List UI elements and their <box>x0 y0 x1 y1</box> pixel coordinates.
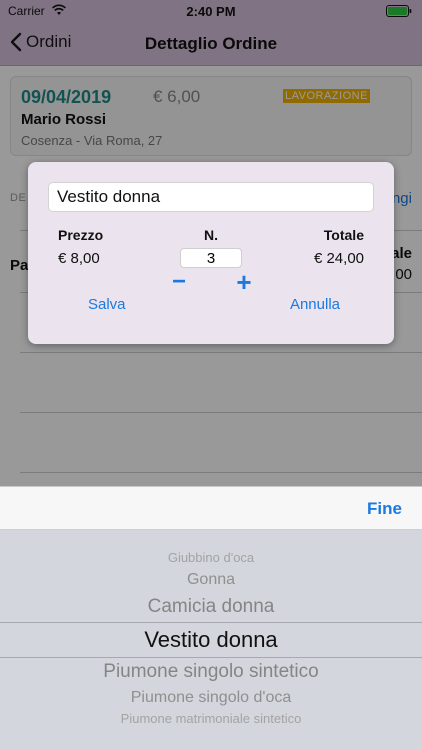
item-picker-wheel[interactable]: Giubbino d'oca Gonna Camicia donna Vesti… <box>0 530 422 750</box>
picker-selection-top-line <box>0 622 422 623</box>
total-value: € 24,00 <box>313 250 364 267</box>
picker-option[interactable]: Piumone singolo sintetico <box>0 661 422 683</box>
picker-option-selected[interactable]: Vestito donna <box>0 627 422 653</box>
picker-option[interactable]: Piumone singolo d'oca <box>0 689 422 707</box>
increase-quantity-button[interactable]: + <box>233 269 255 295</box>
cancel-button[interactable]: Annulla <box>290 296 340 313</box>
edit-item-dialog: Prezzo N. Totale € 8,00 € 24,00 − + Salv… <box>28 162 394 344</box>
quantity-field[interactable] <box>180 248 242 268</box>
decrease-quantity-button[interactable]: − <box>170 270 188 294</box>
save-button[interactable]: Salva <box>88 296 126 313</box>
picker-option[interactable]: Piumone matrimoniale sintetico <box>0 711 422 726</box>
total-label: Totale <box>323 227 364 243</box>
picker-toolbar: Fine <box>0 486 422 530</box>
picker-option[interactable]: Camicia donna <box>0 596 422 618</box>
done-button[interactable]: Fine <box>367 499 402 519</box>
picker-option[interactable]: Gonna <box>0 571 422 589</box>
price-value: € 8,00 <box>58 250 100 267</box>
item-name-input[interactable] <box>48 182 374 212</box>
picker-option[interactable]: Giubbino d'oca <box>0 550 422 565</box>
picker-selection-bottom-line <box>0 657 422 658</box>
